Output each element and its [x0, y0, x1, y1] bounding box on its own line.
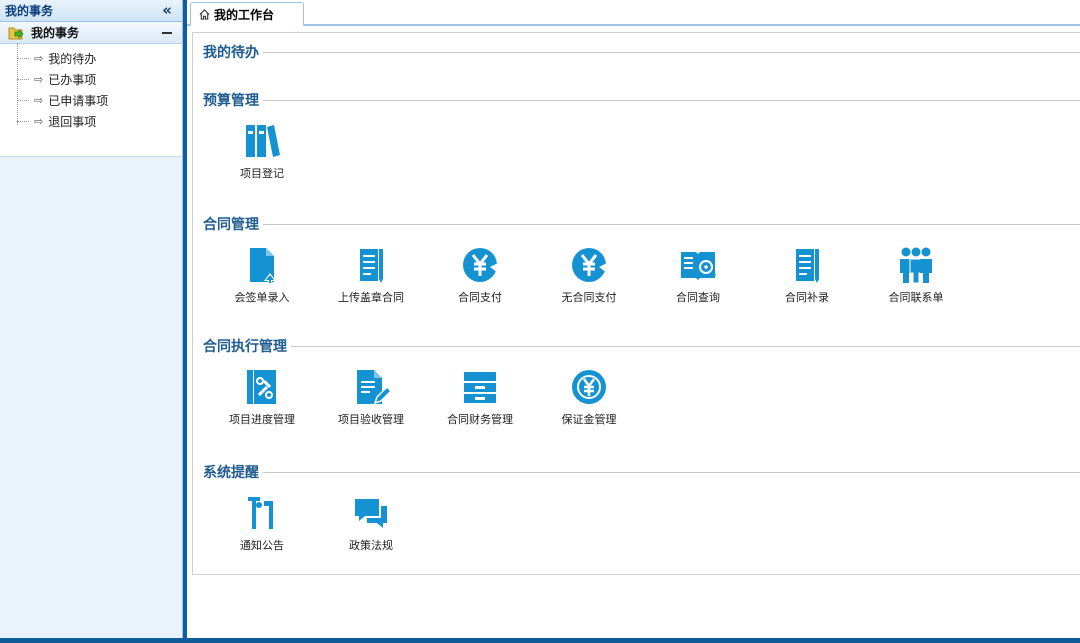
section-budget: 预算管理 项目登记: [203, 89, 1080, 191]
item-contract-payment[interactable]: 合同支付: [425, 245, 535, 305]
workbench-panel: 我的待办 预算管理 项目登记 合同管理 会签单录入 上传盖章合同 合同支付 无合…: [192, 32, 1080, 575]
item-contract-query[interactable]: 合同查询: [643, 245, 753, 305]
item-project-progress[interactable]: 项目进度管理: [207, 367, 317, 427]
sidebar: 我的事务 « 我的事务 ⇨ 我的待办 ⇨ 已办事项 ⇨ 已申请事项 ⇨ 退回事项: [0, 0, 183, 643]
item-label: 无合同支付: [561, 291, 617, 304]
item-label: 通知公告: [240, 539, 284, 552]
section-title: 我的待办: [203, 45, 259, 61]
binders-icon: [246, 125, 280, 157]
item-contract-contact-sheet[interactable]: 合同联系单: [861, 245, 971, 305]
chat-bubbles-icon: [355, 499, 387, 528]
sidebar-title: 我的事务: [5, 4, 54, 18]
item-notice[interactable]: 通知公告: [207, 493, 317, 553]
sidebar-item-returned[interactable]: ⇨ 退回事项: [0, 111, 182, 132]
item-label: 会签单录入: [234, 291, 290, 304]
section-contract: 合同管理 会签单录入 上传盖章合同 合同支付 无合同支付 合同查询 合同补录 合…: [203, 213, 1080, 315]
sidebar-item-label: 我的待办: [48, 52, 97, 66]
yen-shield-icon: [572, 370, 606, 404]
yen-coin-icon: [463, 248, 498, 282]
arrow-right-icon: ⇨: [34, 115, 44, 128]
tab-my-workbench[interactable]: 我的工作台: [190, 2, 304, 26]
item-label: 合同联系单: [888, 291, 944, 304]
arrow-right-icon: ⇨: [34, 73, 44, 86]
item-contract-supplement[interactable]: 合同补录: [752, 245, 862, 305]
collapse-icon[interactable]: «: [162, 3, 172, 18]
item-label: 合同补录: [785, 291, 829, 304]
sidebar-item-label: 已申请事项: [48, 94, 109, 108]
item-contract-finance[interactable]: 合同财务管理: [425, 367, 535, 427]
sidebar-header: 我的事务 «: [0, 0, 182, 22]
arrow-right-icon: ⇨: [34, 94, 44, 107]
arrow-right-icon: ⇨: [34, 52, 44, 65]
item-policy-regulation[interactable]: 政策法规: [316, 493, 426, 553]
item-project-register[interactable]: 项目登记: [207, 121, 317, 181]
sidebar-group-label: 我的事务: [31, 26, 80, 40]
bulletin-icon: [248, 497, 273, 529]
book-search-icon: [681, 252, 717, 280]
section-contract-execution: 合同执行管理 项目进度管理 项目验收管理 合同财务管理 保证金管理: [203, 335, 1080, 437]
yen-coin-icon: [572, 248, 607, 282]
sidebar-item-my-todo[interactable]: ⇨ 我的待办: [0, 48, 182, 69]
section-system-reminder: 系统提醒 通知公告 政策法规: [203, 461, 1080, 563]
sidebar-item-applied[interactable]: ⇨ 已申请事项: [0, 90, 182, 111]
item-label: 合同财务管理: [447, 413, 513, 426]
item-countersign-entry[interactable]: 会签单录入: [207, 245, 317, 305]
item-label: 政策法规: [349, 539, 393, 552]
home-icon: [199, 8, 210, 20]
sidebar-group-my-affairs[interactable]: 我的事务: [0, 22, 182, 44]
section-title: 预算管理: [203, 93, 259, 109]
section-title: 合同管理: [203, 217, 259, 233]
collapse-minus-icon[interactable]: [162, 31, 172, 34]
item-upload-sealed-contract[interactable]: 上传盖章合同: [316, 245, 426, 305]
tools-book-icon: [247, 370, 276, 404]
folder-arrow-icon: [8, 27, 24, 39]
item-label: 项目验收管理: [338, 413, 404, 426]
section-title: 合同执行管理: [203, 339, 287, 355]
item-label: 保证金管理: [561, 413, 617, 426]
item-project-acceptance[interactable]: 项目验收管理: [316, 367, 426, 427]
tab-label: 我的工作台: [214, 7, 275, 22]
sidebar-item-done[interactable]: ⇨ 已办事项: [0, 69, 182, 90]
document-edit-icon: [357, 370, 391, 405]
document-upload-icon: [250, 248, 276, 285]
tab-bar: 我的工作台: [187, 0, 1080, 26]
item-deposit-management[interactable]: 保证金管理: [534, 367, 644, 427]
archive-drawer-icon: [464, 372, 496, 403]
item-label: 项目登记: [240, 167, 284, 180]
item-no-contract-payment[interactable]: 无合同支付: [534, 245, 644, 305]
item-label: 上传盖章合同: [338, 291, 404, 304]
notebook-icon: [796, 249, 819, 283]
bottom-bar: [0, 638, 1080, 643]
sidebar-tree: ⇨ 我的待办 ⇨ 已办事项 ⇨ 已申请事项 ⇨ 退回事项: [0, 44, 182, 157]
section-title: 系统提醒: [203, 465, 259, 481]
people-group-icon: [900, 247, 932, 284]
splitter[interactable]: [183, 0, 187, 643]
section-my-todo: 我的待办: [203, 41, 1080, 63]
item-label: 合同查询: [676, 291, 720, 304]
sidebar-item-label: 退回事项: [48, 115, 97, 129]
sidebar-item-label: 已办事项: [48, 73, 97, 87]
item-label: 项目进度管理: [229, 413, 295, 426]
notebook-icon: [360, 249, 383, 283]
item-label: 合同支付: [458, 291, 502, 304]
